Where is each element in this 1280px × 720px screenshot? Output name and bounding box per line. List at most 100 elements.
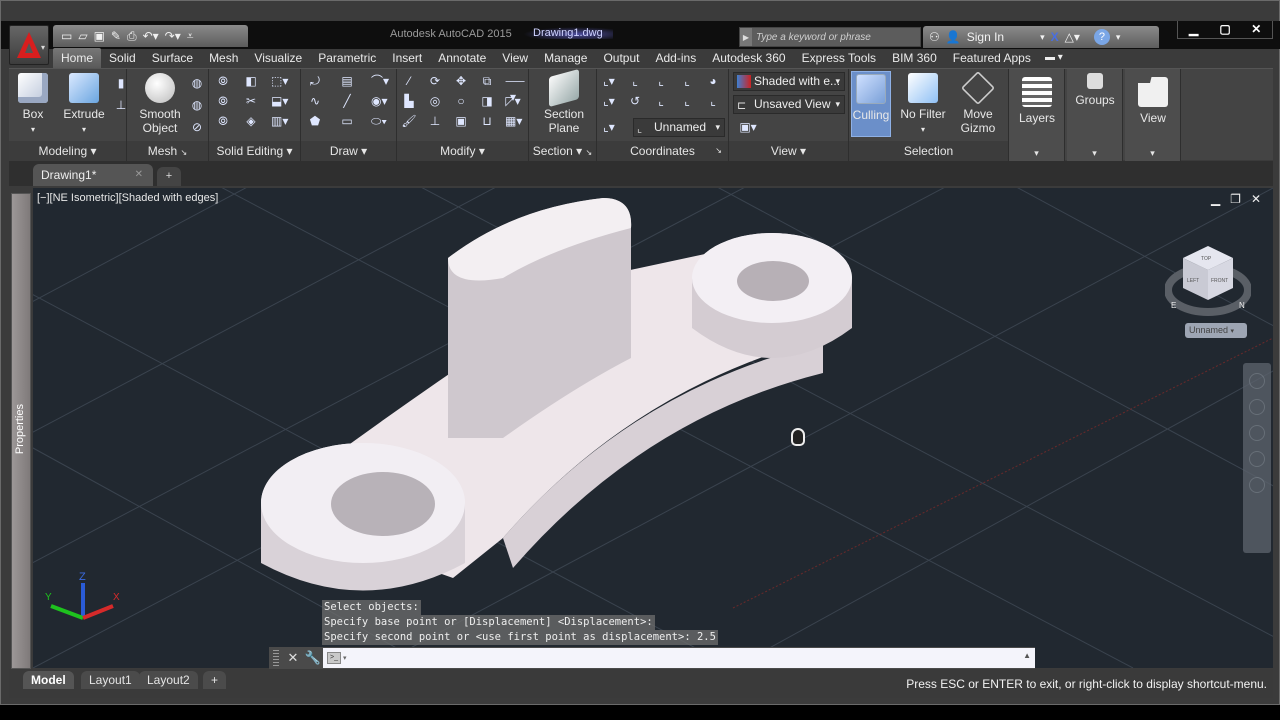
spline-icon[interactable]: ∿ [307, 93, 323, 109]
tab-manage[interactable]: Manage [536, 48, 595, 68]
navigation-bar[interactable] [1243, 363, 1271, 553]
save-icon[interactable]: ▣ [94, 29, 105, 43]
selection-panel-label[interactable]: Selection [849, 141, 1008, 161]
command-line-grip[interactable] [273, 650, 279, 666]
move-gizmo-button[interactable]: Move Gizmo [955, 71, 1001, 135]
layers-button[interactable]: Layers [1015, 77, 1059, 125]
steering-wheel-icon[interactable] [1249, 373, 1265, 389]
customize-wrench-icon[interactable]: 🔧 [303, 650, 323, 666]
ucs-dropdown[interactable]: ⌞ Unnamed ▾ [633, 118, 725, 137]
panel-layers[interactable]: Layers ▾ [1009, 69, 1065, 161]
command-history-toggle-icon[interactable]: ▲ [1023, 651, 1031, 660]
stretch-icon[interactable]: ▙ [401, 93, 417, 109]
polygon-icon[interactable]: ⬟ [307, 113, 323, 129]
line-icon[interactable]: ╱ [339, 93, 355, 109]
layout-tab-layout1[interactable]: Layout1 [81, 671, 140, 689]
tab-bim-360[interactable]: BIM 360 [884, 48, 945, 68]
interfere-icon[interactable]: ✂ [243, 93, 259, 109]
groups-button[interactable]: Groups [1073, 73, 1117, 107]
section-panel-label[interactable]: Section ▾ ↘ [529, 141, 596, 161]
mesh-panel-label[interactable]: Mesh ↘ [127, 141, 208, 161]
tab-autodesk-360[interactable]: Autodesk 360 [704, 48, 793, 68]
tab-annotate[interactable]: Annotate [430, 48, 494, 68]
properties-palette[interactable]: Properties [11, 193, 31, 669]
separate-icon[interactable]: ▥▾ [271, 113, 288, 129]
showmotion-icon[interactable] [1249, 477, 1265, 493]
close-tab-icon[interactable]: ✕ [135, 164, 143, 186]
pan-icon[interactable] [1249, 399, 1265, 415]
ucs-view-icon[interactable]: ⌞ [679, 73, 695, 89]
modeling-panel-label[interactable]: Modeling ▾ [9, 141, 126, 161]
panel-view-extra[interactable]: View ▾ [1125, 69, 1181, 161]
layout-tab-model[interactable]: Model [23, 671, 74, 689]
tab-parametric[interactable]: Parametric [310, 48, 384, 68]
panel-groups[interactable]: Groups ▾ [1067, 69, 1123, 161]
tab-express-tools[interactable]: Express Tools [794, 48, 884, 68]
maximize-button[interactable]: ▢ [1209, 21, 1240, 38]
command-prompt-icon[interactable]: >_ [327, 652, 341, 664]
undo-icon[interactable]: ↶▾ [143, 29, 159, 43]
trim-icon[interactable]: ⸺▾ [505, 73, 525, 104]
3d-rotate-icon[interactable]: ⟳ [427, 73, 443, 89]
plot-icon[interactable]: ⎙ [127, 29, 137, 44]
solid-editing-panel-label[interactable]: Solid Editing ▾ [209, 141, 300, 161]
fillet-icon[interactable]: ◸▾ [505, 93, 521, 109]
modify-panel-label[interactable]: Modify ▾ [397, 141, 528, 161]
match-properties-icon[interactable]: 🖌 [401, 113, 417, 129]
new-icon[interactable]: ▭ [61, 29, 72, 43]
rectangle-icon[interactable]: ▤ [339, 73, 355, 89]
close-button[interactable]: ✕ [1241, 21, 1272, 38]
redo-icon[interactable]: ↷▾ [165, 29, 181, 43]
scale-icon[interactable]: ⁄ [401, 73, 417, 89]
save-as-icon[interactable]: ✎ [111, 29, 121, 43]
intersect-icon[interactable]: ⦾ [215, 113, 231, 129]
extrude-button[interactable]: Extrude ▾ [61, 73, 107, 137]
viewport-controls-label[interactable]: [−][NE Isometric][Shaded with edges] [37, 192, 218, 204]
wcs-menu[interactable]: Unnamed ▾ [1185, 323, 1247, 338]
tab-mesh[interactable]: Mesh [201, 48, 246, 68]
move-icon[interactable]: ✥ [453, 73, 469, 89]
tab-insert[interactable]: Insert [384, 48, 430, 68]
groups-expand-icon[interactable]: ▾ [1067, 148, 1122, 159]
tab-visualize[interactable]: Visualize [246, 48, 310, 68]
viewport-config-icon[interactable]: ▣▾ [735, 119, 761, 135]
zoom-icon[interactable] [1249, 425, 1265, 441]
minimize-button[interactable]: ▁ [1178, 21, 1209, 38]
smooth-more-icon[interactable]: ◍ [189, 75, 205, 91]
ucs-named-icon[interactable]: ⌞ [627, 73, 643, 89]
offset-edge-icon[interactable]: ⊔ [479, 113, 495, 129]
tab-home[interactable]: Home [53, 48, 102, 68]
binoculars-icon[interactable]: ⚇ [929, 30, 940, 44]
viewport-close-icon[interactable]: ✕ [1251, 192, 1261, 206]
ucs-icon[interactable]: ⌞▾ [601, 73, 617, 89]
ucs-z-axis-icon[interactable]: ⌞ [679, 93, 695, 109]
coordinates-panel-label[interactable]: Coordinates ↘ [597, 141, 728, 161]
layers-expand-icon[interactable]: ▾ [1009, 148, 1064, 159]
command-input[interactable] [346, 649, 1035, 667]
extract-edges-icon[interactable]: ⬚▾ [271, 73, 288, 89]
union-icon[interactable]: ⦾ [215, 73, 231, 89]
orbit-icon[interactable] [1249, 451, 1265, 467]
subtract-icon[interactable]: ⦾ [215, 93, 231, 109]
viewport-minimize-icon[interactable]: ▁ [1211, 192, 1220, 206]
extrude-faces-icon[interactable]: ⬓▾ [271, 93, 288, 109]
sign-in-button[interactable]: Sign In [967, 30, 1004, 44]
smooth-less-icon[interactable]: ◍ [189, 97, 205, 113]
copy-icon[interactable]: ⧉ [479, 73, 495, 89]
thicken-icon[interactable]: ◈ [243, 113, 259, 129]
rotate-icon[interactable]: ○ [453, 93, 469, 109]
layout-tab-layout2[interactable]: Layout2 [139, 671, 198, 689]
exchange-apps-icon[interactable]: X [1051, 30, 1059, 44]
circle-icon[interactable]: ◉▾ [371, 93, 388, 109]
no-filter-button[interactable]: No Filter ▾ [899, 73, 947, 137]
application-menu-button[interactable]: ▾ [9, 25, 49, 65]
tab-featured-apps[interactable]: Featured Apps [945, 48, 1039, 68]
tab-solid[interactable]: Solid [101, 48, 144, 68]
ellipse-icon[interactable]: ⬭▾ [371, 113, 387, 129]
slice-icon[interactable]: ◧ [243, 73, 259, 89]
tab-view[interactable]: View [494, 48, 536, 68]
3d-align-icon[interactable]: ⊥ [427, 113, 443, 129]
search-input[interactable] [752, 28, 920, 46]
ucs-previous-icon[interactable]: ↺ [627, 93, 643, 109]
smooth-object-button[interactable]: Smooth Object [137, 73, 183, 135]
